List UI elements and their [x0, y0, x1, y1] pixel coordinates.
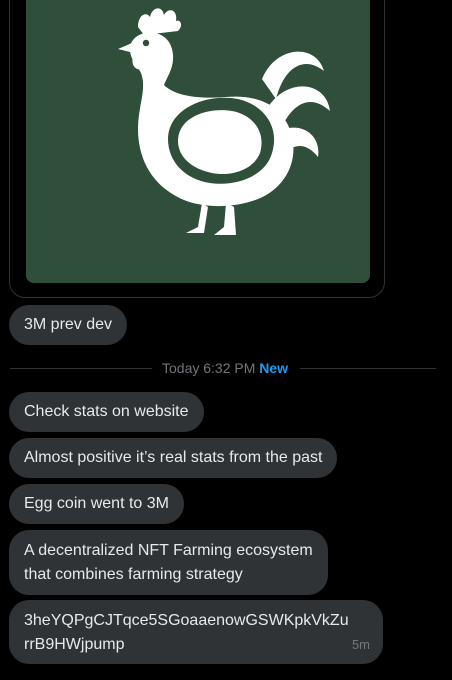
message-text-line: A decentralized NFT Farming ecosystem	[24, 542, 313, 559]
message-bubble[interactable]: A decentralized NFT Farming ecosystem th…	[9, 530, 328, 595]
dm-conversation: 3M prev dev Today 6:32 PM New Check stat…	[0, 0, 452, 680]
message-text-line: 3heYQPgCJTqce5SGoaaenowGSWKpkVkZu	[24, 612, 349, 629]
message-text: 3M prev dev	[24, 316, 113, 333]
message-text: Almost positive it’s real stats from the…	[24, 449, 323, 466]
divider-label: Today 6:32 PM New	[162, 360, 288, 376]
media-image[interactable]	[26, 0, 370, 283]
message-bubble[interactable]: 3heYQPgCJTqce5SGoaaenowGSWKpkVkZu rrB9HW…	[9, 600, 383, 664]
new-badge: New	[259, 360, 289, 376]
message-bubble[interactable]: 3M prev dev	[9, 305, 128, 345]
divider-line-right	[300, 368, 436, 369]
divider-line-left	[10, 368, 152, 369]
message-bubble[interactable]: Egg coin went to 3M	[9, 484, 184, 524]
message-text: Egg coin went to 3M	[24, 495, 169, 512]
message-bubble[interactable]: Almost positive it’s real stats from the…	[9, 438, 338, 478]
message-text-line: that combines farming strategy	[24, 566, 243, 583]
new-messages-divider: Today 6:32 PM New	[0, 356, 452, 380]
divider-time: Today 6:32 PM	[162, 360, 256, 376]
message-timestamp: 5m	[351, 637, 370, 652]
message-text: Check stats on website	[24, 403, 189, 420]
message-text-line: rrB9HWjpump	[24, 636, 125, 653]
rooster-icon	[26, 0, 370, 283]
message-bubble[interactable]: Check stats on website	[9, 392, 204, 432]
media-message[interactable]	[9, 0, 385, 298]
